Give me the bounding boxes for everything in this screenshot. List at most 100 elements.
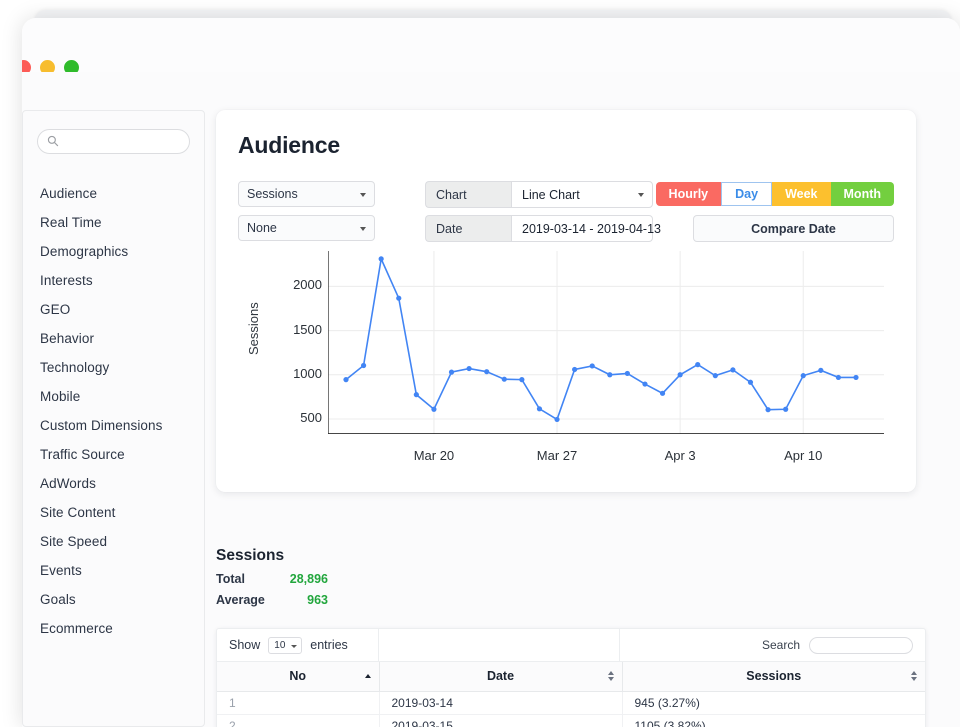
sidebar-item-ecommerce[interactable]: Ecommerce — [23, 614, 204, 643]
chart-data-point[interactable] — [818, 367, 824, 373]
chart-data-point[interactable] — [431, 406, 437, 412]
chart-data-point[interactable] — [343, 377, 349, 383]
table-row: 2 2019-03-15 1105 (3.82%) — [217, 714, 925, 727]
cell-no: 2 — [217, 714, 380, 727]
chart-plot-area — [327, 229, 884, 435]
chart-data-point[interactable] — [607, 372, 613, 378]
column-header-date-label: Date — [486, 669, 515, 684]
dimension-select[interactable]: None — [238, 215, 375, 241]
chart-data-point[interactable] — [765, 407, 771, 413]
main-content: Audience Sessions None Chart Line Chart … — [216, 110, 926, 492]
cell-date: 2019-03-15 — [379, 714, 623, 727]
chart-data-point[interactable] — [659, 390, 666, 396]
sidebar-item-geo[interactable]: GEO — [23, 295, 204, 324]
chart-data-point[interactable] — [360, 362, 367, 369]
chart-data-point[interactable] — [536, 406, 543, 412]
sidebar-item-custom-dimensions[interactable]: Custom Dimensions — [23, 411, 204, 440]
chart-type-label: Chart — [425, 181, 511, 208]
granularity-week-button[interactable]: Week — [772, 182, 831, 206]
sidebar-search — [37, 129, 190, 154]
chart-data-point[interactable] — [800, 373, 806, 379]
sidebar-item-adwords[interactable]: AdWords — [23, 469, 204, 498]
chart-data-point[interactable] — [572, 366, 578, 373]
chevron-down-icon — [291, 644, 298, 648]
summary-total-row: Total 28,896 — [216, 572, 926, 586]
sessions-table: No Date Sessions 1 2019-03-14 945 (3.27%… — [217, 662, 925, 727]
cell-sessions: 945 (3.27%) — [622, 691, 925, 715]
sidebar-item-interests[interactable]: Interests — [23, 266, 204, 295]
show-label: Show — [229, 638, 261, 652]
chart-data-point[interactable] — [554, 416, 560, 423]
chart-data-point[interactable] — [396, 295, 402, 301]
sidebar-item-traffic-source[interactable]: Traffic Source — [23, 440, 204, 469]
granularity-month-button[interactable]: Month — [830, 182, 894, 206]
chart-data-point[interactable] — [835, 374, 842, 381]
summary-average-label: Average — [216, 593, 265, 607]
chart-data-point[interactable] — [642, 381, 648, 387]
compare-date-button[interactable]: Compare Date — [693, 215, 894, 242]
sessions-line-chart: Sessions 500 1000 1500 2000 Mar 20 Mar 27 Apr… — [238, 229, 894, 476]
chart-data-point[interactable] — [783, 406, 789, 412]
table-header-row: No Date Sessions — [217, 662, 925, 692]
dimension-select-value: None — [247, 221, 277, 235]
chart-data-point[interactable] — [413, 392, 419, 398]
chevron-down-icon — [360, 227, 366, 231]
audience-card: Audience Sessions None Chart Line Chart … — [216, 110, 916, 492]
sidebar-item-events[interactable]: Events — [23, 556, 204, 585]
sort-toggle-icon — [911, 671, 917, 682]
chart-type-select[interactable]: Line Chart — [511, 181, 653, 208]
sessions-summary: Sessions Total 28,896 Average 963 — [216, 547, 926, 607]
sidebar-item-demographics[interactable]: Demographics — [23, 237, 204, 266]
chevron-down-icon — [638, 193, 644, 197]
table-body: 1 2019-03-14 945 (3.27%) 2 2019-03-15 1105 (3… — [217, 691, 925, 727]
chart-x-tick-label: Apr 3 — [664, 448, 696, 463]
table-row: 1 2019-03-14 945 (3.27%) — [217, 691, 925, 715]
entries-label: entries — [310, 638, 348, 652]
chart-data-point[interactable] — [853, 374, 859, 381]
table-length-control: Show 10 entries — [217, 629, 379, 661]
table-toolbar-spacer — [379, 629, 620, 661]
sidebar-item-real-time[interactable]: Real Time — [23, 208, 204, 237]
column-header-date[interactable]: Date — [379, 662, 623, 692]
search-input[interactable] — [37, 129, 190, 154]
table-toolbar: Show 10 entries Search — [217, 629, 925, 662]
chart-data-point[interactable] — [466, 365, 472, 372]
sort-ascending-icon — [364, 674, 371, 679]
sidebar-item-behavior[interactable]: Behavior — [23, 324, 204, 353]
column-header-sessions[interactable]: Sessions — [622, 662, 925, 692]
chart-data-point[interactable] — [730, 367, 736, 373]
chart-data-point[interactable] — [589, 363, 595, 369]
chart-svg — [327, 229, 884, 435]
chart-data-point[interactable] — [501, 376, 507, 382]
chart-data-point[interactable] — [712, 373, 718, 379]
granularity-hourly-button[interactable]: Hourly — [655, 182, 722, 206]
date-range-input[interactable]: 2019-03-14 - 2019-04-13 — [511, 215, 661, 242]
chart-data-point[interactable] — [624, 370, 630, 377]
sidebar-item-goals[interactable]: Goals — [23, 585, 204, 614]
chart-data-point[interactable] — [484, 369, 490, 375]
table-search-input[interactable] — [809, 636, 913, 654]
column-header-no[interactable]: No — [217, 662, 380, 692]
granularity-day-button[interactable]: Day — [721, 182, 773, 206]
cell-no: 1 — [217, 691, 380, 715]
entries-per-page-select[interactable]: 10 — [268, 636, 303, 654]
sidebar-item-site-content[interactable]: Site Content — [23, 498, 204, 527]
sidebar-item-technology[interactable]: Technology — [23, 353, 204, 382]
table-search-control: Search — [620, 629, 925, 661]
sidebar-item-mobile[interactable]: Mobile — [23, 382, 204, 411]
sort-toggle-icon — [607, 671, 614, 682]
chart-data-point[interactable] — [519, 377, 525, 383]
sidebar-item-site-speed[interactable]: Site Speed — [23, 527, 204, 556]
chart-y-axis-ticks: 500 1000 1500 2000 — [256, 251, 322, 476]
chart-data-point[interactable] — [677, 372, 683, 378]
chart-data-point[interactable] — [695, 362, 701, 368]
chart-y-tick-label: 1000 — [293, 365, 322, 381]
chart-data-point[interactable] — [378, 256, 384, 262]
table-search-label: Search — [761, 638, 800, 652]
sidebar-item-audience[interactable]: Audience — [23, 179, 204, 208]
chart-data-point[interactable] — [448, 369, 455, 375]
metric-select[interactable]: Sessions — [238, 181, 375, 207]
chart-type-group: Chart Line Chart — [425, 181, 653, 208]
chart-data-point[interactable] — [747, 379, 754, 385]
chart-y-tick-label: 1500 — [293, 321, 322, 337]
